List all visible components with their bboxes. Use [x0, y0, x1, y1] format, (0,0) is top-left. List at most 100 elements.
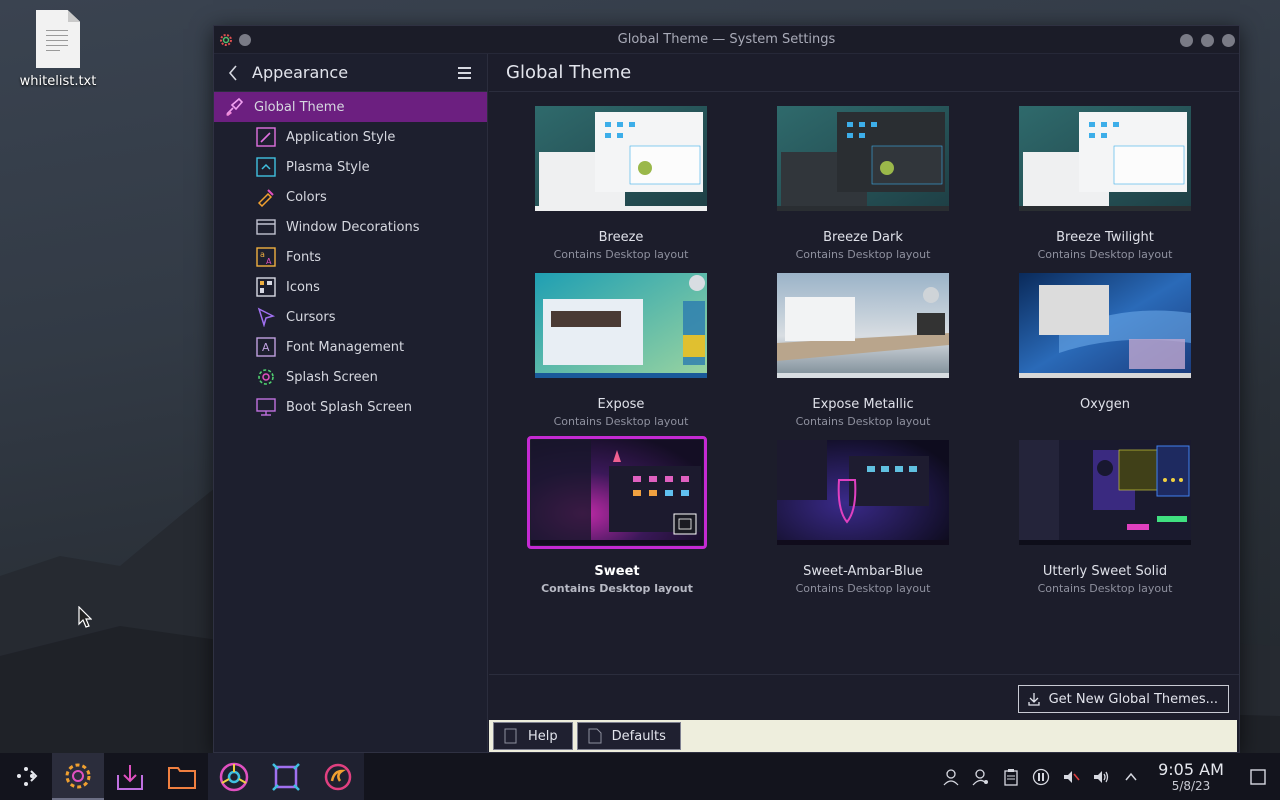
theme-card-breeze-twilight[interactable]: Breeze Twilight Contains Desktop layout — [1015, 106, 1195, 261]
dialog-button-bar: Help Defaults — [489, 720, 1237, 752]
taskbar-firefox[interactable] — [312, 753, 364, 800]
desktop-file-whitelist[interactable]: whitelist.txt — [18, 10, 98, 89]
theme-card-breeze[interactable]: Breeze Contains Desktop layout — [531, 106, 711, 261]
software-center-icon — [117, 764, 143, 790]
sidebar-item-plasma-style[interactable]: Plasma Style — [214, 152, 487, 182]
window-titlebar[interactable]: Global Theme — System Settings — [214, 26, 1239, 54]
boot-splash-icon — [256, 398, 276, 416]
theme-preview-breeze-dark — [777, 106, 949, 211]
chrome-browser-icon — [219, 762, 249, 791]
sidebar-item-label: Window Decorations — [286, 219, 420, 235]
theme-description: Contains Desktop layout — [795, 582, 931, 595]
sidebar-item-splash-screen[interactable]: Splash Screen — [214, 362, 487, 392]
theme-card-utterly-sweet-solid[interactable]: Utterly Sweet Solid Contains Desktop lay… — [1015, 440, 1195, 595]
colors-icon — [257, 189, 274, 207]
launcher-icon — [17, 766, 38, 786]
theme-preview-expose-metallic — [777, 273, 949, 378]
user-icon[interactable] — [936, 753, 966, 800]
maximize-button[interactable] — [1201, 34, 1214, 47]
help-button[interactable]: Help — [493, 722, 573, 750]
media-pause-icon[interactable] — [1026, 753, 1056, 800]
theme-preview-breeze — [535, 106, 707, 211]
clipboard-icon[interactable] — [996, 753, 1026, 800]
selected-theme-border — [527, 436, 707, 549]
application-style-icon — [256, 127, 276, 147]
text-file-icon — [36, 10, 80, 68]
taskbar-file-manager[interactable] — [156, 753, 208, 800]
splash-screen-icon — [258, 369, 274, 385]
settings-app-icon[interactable] — [218, 32, 234, 48]
theme-description: Contains Desktop layout — [1037, 248, 1173, 261]
defaults-label: Defaults — [611, 728, 666, 744]
sidebar-item-label: Global Theme — [254, 99, 345, 115]
sidebar-item-label: Splash Screen — [286, 369, 378, 385]
volume-icon[interactable] — [1086, 753, 1116, 800]
minimize-button[interactable] — [1180, 34, 1193, 47]
font-management-icon: A — [256, 337, 276, 357]
show-desktop-icon[interactable] — [1236, 753, 1280, 800]
taskbar-discover[interactable] — [104, 753, 156, 800]
sidebar-item-fonts[interactable]: a A Fonts — [214, 242, 487, 272]
icons-icon — [256, 277, 276, 297]
taskbar-chrome[interactable] — [208, 753, 260, 800]
svg-text:A: A — [266, 257, 272, 266]
sidebar-item-application-style[interactable]: Application Style — [214, 122, 487, 152]
sidebar-item-label: Font Management — [286, 339, 405, 355]
theme-name: Breeze Dark — [823, 230, 903, 245]
sidebar-item-window-decorations[interactable]: Window Decorations — [214, 212, 487, 242]
window-title: Global Theme — System Settings — [617, 32, 836, 47]
taskbar-frame-app[interactable] — [260, 753, 312, 800]
system-tray: 9:05 AM 5/8/23 — [936, 753, 1280, 800]
theme-card-sweet-ambar-blue[interactable]: Sweet-Ambar-Blue Contains Desktop layout — [773, 440, 953, 595]
theme-name: Oxygen — [1079, 397, 1131, 412]
theme-card-expose[interactable]: Expose Contains Desktop layout — [531, 273, 711, 428]
sidebar-item-label: Plasma Style — [286, 159, 370, 175]
microphone-muted-icon[interactable] — [1056, 753, 1086, 800]
clock-time: 9:05 AM — [1158, 760, 1224, 779]
sidebar-item-cursors[interactable]: Cursors — [214, 302, 487, 332]
sidebar-item-label: Icons — [286, 279, 320, 295]
theme-description: Contains Desktop layout — [795, 248, 931, 261]
theme-card-oxygen[interactable]: Oxygen — [1015, 273, 1195, 415]
close-button[interactable] — [1222, 34, 1235, 47]
user-switcher-icon[interactable] — [966, 753, 996, 800]
svg-text:a: a — [260, 250, 265, 259]
theme-name: Expose Metallic — [812, 397, 914, 412]
fonts-icon: a A — [256, 247, 276, 267]
plasma-style-icon — [256, 157, 276, 177]
sidebar-item-global-theme[interactable]: Global Theme — [214, 92, 487, 122]
theme-preview-utterly-sweet-solid — [1019, 440, 1191, 545]
sidebar-item-label: Colors — [286, 189, 327, 205]
application-launcher-button[interactable] — [0, 753, 52, 800]
system-settings-window: Global Theme — System Settings Appearanc… — [213, 25, 1240, 753]
theme-name: Sweet-Ambar-Blue — [803, 564, 923, 579]
settings-gear-icon — [65, 763, 91, 788]
sidebar-item-icons[interactable]: Icons — [214, 272, 487, 302]
digital-clock[interactable]: 9:05 AM 5/8/23 — [1146, 760, 1236, 793]
theme-name: Expose — [597, 397, 645, 412]
theme-card-expose-metallic[interactable]: Expose Metallic Contains Desktop layout — [773, 273, 953, 428]
sidebar-item-colors[interactable]: Colors — [214, 182, 487, 212]
main-panel: Global Theme Breeze Contains Desktop lay… — [489, 54, 1239, 752]
theme-preview-sweet — [531, 440, 703, 545]
theme-card-sweet[interactable]: Sweet Contains Desktop layout — [527, 436, 707, 595]
get-new-global-themes-button[interactable]: Get New Global Themes... — [1017, 685, 1229, 713]
tray-expand-icon[interactable] — [1116, 753, 1146, 800]
taskbar-system-settings[interactable] — [52, 753, 104, 800]
sidebar-item-font-management[interactable]: A Font Management — [214, 332, 487, 362]
sidebar-item-boot-splash-screen[interactable]: Boot Splash Screen — [214, 392, 487, 422]
theme-name: Breeze Twilight — [1056, 230, 1154, 245]
theme-description: Contains Desktop layout — [553, 415, 689, 428]
theme-card-breeze-dark[interactable]: Breeze Dark Contains Desktop layout — [773, 106, 953, 261]
taskbar: 9:05 AM 5/8/23 — [0, 753, 1280, 800]
frame-app-icon — [272, 762, 300, 791]
clock-date: 5/8/23 — [1171, 779, 1211, 793]
theme-preview-sweet-ambar-blue — [777, 440, 949, 545]
defaults-button[interactable]: Defaults — [576, 722, 681, 750]
keep-on-all-desktops-button[interactable] — [239, 34, 251, 46]
sidebar: Appearance Global Theme Application Styl… — [214, 54, 488, 752]
back-arrow-icon[interactable] — [228, 63, 242, 83]
window-decorations-icon — [256, 219, 276, 235]
hamburger-menu-icon[interactable] — [458, 67, 471, 82]
folder-icon — [168, 766, 196, 789]
